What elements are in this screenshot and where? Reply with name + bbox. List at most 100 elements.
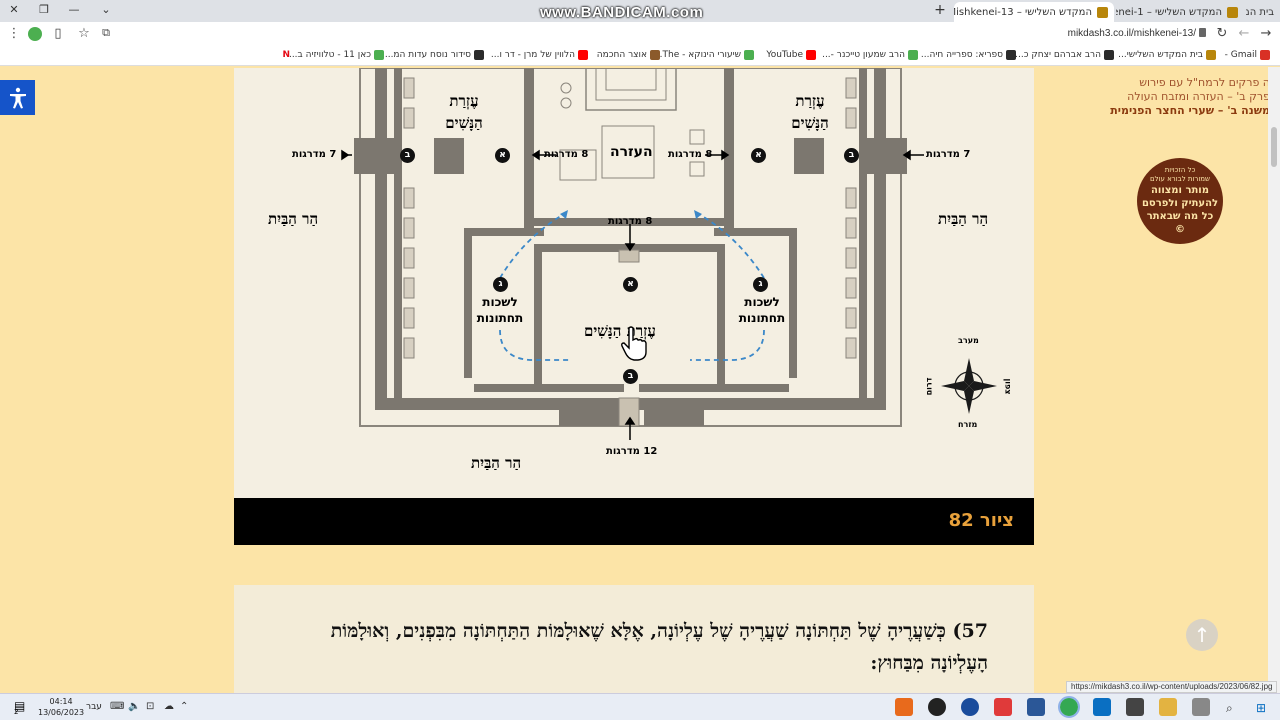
profile-avatar[interactable] bbox=[28, 27, 42, 41]
app-store-icon[interactable] bbox=[1126, 698, 1144, 716]
tab-search-icon[interactable]: ⌄ bbox=[98, 3, 114, 16]
label-steps-8-center: 8 מדרגות bbox=[608, 216, 653, 227]
show-hidden-icons[interactable]: ⌃ bbox=[180, 701, 188, 712]
app-explorer-icon[interactable] bbox=[1159, 698, 1177, 716]
leaf-icon bbox=[744, 50, 754, 60]
label-steps-8-right: 8 מדרגות bbox=[668, 149, 713, 160]
bookmark-label: YouTube bbox=[766, 50, 803, 60]
label-ezrat-nashim-left: עֶזְרַת הַנָּשִׁים bbox=[434, 90, 494, 134]
bookmark-gmail[interactable]: Gmail - bbox=[1225, 50, 1270, 60]
bookmark-label: הלווין של מרן - דר ו... bbox=[490, 50, 575, 60]
bookmark-label: בית המקדש השלישי... bbox=[1118, 50, 1203, 60]
label-line: עֶזְרַת bbox=[449, 92, 479, 110]
gate-marker-alef: א bbox=[623, 277, 638, 292]
tab-mishkenei-13[interactable]: המקדש השלישי – Mishkenei-13 ✕ bbox=[954, 2, 1114, 22]
label-line: הַנָּשִׁים bbox=[791, 114, 829, 132]
figure-caption-bar: ציור 82 bbox=[234, 498, 1034, 545]
app-zoom-icon[interactable] bbox=[961, 698, 979, 716]
forward-icon[interactable]: ← bbox=[1236, 26, 1252, 41]
app-word-icon[interactable] bbox=[1027, 698, 1045, 716]
reload-icon[interactable]: ↻ bbox=[1214, 26, 1230, 41]
bookmark-youtube[interactable]: YouTube bbox=[766, 50, 816, 60]
app-chrome-icon[interactable] bbox=[1058, 696, 1080, 718]
gate-marker-bet: ב bbox=[400, 148, 415, 163]
bookmark-satellite[interactable]: הלווין של מרן - דר ו... bbox=[491, 50, 588, 60]
favicon-icon bbox=[1097, 6, 1108, 18]
menu-icon[interactable]: ⋮ bbox=[6, 26, 22, 41]
language-indicator[interactable]: עבר bbox=[86, 702, 102, 712]
bookmarks-bar: Gmail - בית המקדש השלישי... הרב אברהם יצ… bbox=[0, 46, 1280, 66]
hand-cursor-icon bbox=[621, 326, 647, 361]
onedrive-icon[interactable]: ☁ bbox=[164, 701, 174, 712]
bookmark-star-icon[interactable]: ☆ bbox=[76, 26, 92, 41]
windows-start-icon[interactable]: ⊞ bbox=[1256, 701, 1266, 715]
app-taskview-icon[interactable] bbox=[1192, 698, 1210, 716]
tab-mishkenei-1[interactable]: המקדש השלישי – Mishkenei-1 ✕ bbox=[1116, 2, 1244, 22]
app-firefox-icon[interactable] bbox=[895, 698, 913, 716]
gate-marker-bet: ב bbox=[844, 148, 859, 163]
youtube-icon bbox=[806, 50, 816, 60]
gate-marker-gimel: ג bbox=[493, 277, 508, 292]
gate-marker-alef: א bbox=[751, 148, 766, 163]
scroll-to-top-button[interactable]: ↑ bbox=[1186, 619, 1218, 651]
app-anydesk-icon[interactable] bbox=[994, 698, 1012, 716]
recording-watermark: www.BANDICAM.com bbox=[540, 4, 704, 21]
bookmark-kan11[interactable]: כאן 11 - טלוויזיה ב... bbox=[289, 50, 384, 60]
sidepanel-icon[interactable]: ▯ bbox=[50, 26, 66, 41]
bookmark-sefaria[interactable]: ספריא: ספרייה חיה... bbox=[921, 50, 1016, 60]
leaf-icon bbox=[908, 50, 918, 60]
bookmark-label: Gmail - bbox=[1224, 50, 1257, 60]
label-har-habayit-left: הַר הַבַּיִת bbox=[268, 210, 319, 228]
gmail-icon bbox=[1260, 50, 1270, 60]
clock-time: 04:14 bbox=[49, 697, 73, 706]
close-window-icon[interactable]: ✕ bbox=[6, 3, 22, 16]
app-mail-icon[interactable] bbox=[1093, 698, 1111, 716]
mishna-paragraph: 57) כְּשַׁעֲרֶיהָ שֶׁל תַּחְתּוֹנָה שַׁע… bbox=[330, 620, 988, 674]
app-bandicam-icon[interactable] bbox=[928, 698, 946, 716]
bookmark-label: אוצר החכמה bbox=[596, 50, 647, 60]
keyboard-icon[interactable]: ⌨ bbox=[110, 701, 124, 712]
share-icon[interactable]: ⧉ bbox=[98, 26, 114, 40]
mikdash-icon bbox=[1206, 50, 1216, 60]
compass-north-label: מערב bbox=[958, 336, 979, 345]
bookmark-rav-kook[interactable]: הרב אברהם יצחק כ... bbox=[1015, 50, 1114, 60]
label-line: עֶזְרַת bbox=[795, 92, 825, 110]
new-tab-button[interactable]: + bbox=[932, 2, 948, 18]
stamp-line: מותר ומצווה bbox=[1151, 185, 1209, 196]
page-scrollbar[interactable] bbox=[1268, 67, 1280, 693]
clock-date: 13/06/2023 bbox=[38, 708, 85, 717]
clock[interactable]: 04:14 13/06/2023 bbox=[38, 696, 84, 718]
accessibility-button[interactable] bbox=[0, 80, 35, 115]
accessibility-icon bbox=[9, 87, 26, 108]
back-icon[interactable]: → bbox=[1258, 26, 1274, 41]
sidebar-link-perek-bet[interactable]: פרק ב' – העזרה ומזבח העולה bbox=[1080, 90, 1270, 104]
volume-icon[interactable]: 🔈 bbox=[128, 701, 140, 712]
mishna-text-panel: 57) כְּשַׁעֲרֶיהָ שֶׁל תַּחְתּוֹנָה שַׁע… bbox=[234, 585, 1034, 695]
compass-east-label: צפון bbox=[1003, 378, 1013, 395]
tab-title: בית המקדש השלישי bbox=[1246, 6, 1274, 18]
sidebar-link-chapters[interactable]: ה פרקים לרמח"ל עם פירוש bbox=[1080, 76, 1270, 90]
notification-count: 2 bbox=[14, 708, 19, 716]
stamp-line: כל הזכויות bbox=[1164, 166, 1196, 174]
bookmark-label: הרב אברהם יצחק כ... bbox=[1015, 50, 1101, 60]
restore-window-icon[interactable]: ❐ bbox=[36, 3, 52, 16]
bookmark-label: הרב שמעון טייכנר -... bbox=[822, 50, 905, 60]
tab-mikdash[interactable]: בית המקדש השלישי bbox=[1246, 2, 1280, 22]
label-line: תחתונות bbox=[476, 311, 524, 325]
gate-marker-bet: ב bbox=[623, 369, 638, 384]
bookmark-mikdash[interactable]: בית המקדש השלישי... bbox=[1118, 50, 1216, 60]
sidebar-link-mishna-bet[interactable]: משנה ב' – שערי החצר הפנימית bbox=[1080, 104, 1270, 118]
bookmark-teichner[interactable]: הרב שמעון טייכנר -... bbox=[822, 50, 918, 60]
network-icon[interactable]: ⊡ bbox=[146, 701, 154, 712]
bookmark-otzar[interactable]: אוצר החכמה bbox=[597, 50, 660, 60]
minimize-window-icon[interactable]: — bbox=[66, 3, 82, 16]
bookmark-siddur[interactable]: סידור נוסח עדות המ... bbox=[385, 50, 484, 60]
figure-caption: ציור 82 bbox=[948, 510, 1014, 531]
bookmark-yenuka[interactable]: שיעורי הינוקא - The... bbox=[654, 50, 754, 60]
bookmark-label: סידור נוסח עדות המ... bbox=[384, 50, 471, 60]
gate-marker-alef: א bbox=[495, 148, 510, 163]
scrollbar-thumb[interactable] bbox=[1271, 127, 1277, 167]
bookmark-netflix[interactable]: N bbox=[282, 50, 290, 60]
url-input[interactable]: mikdash3.co.il/mishkenei-13/ bbox=[1068, 28, 1196, 39]
search-icon[interactable]: ⌕ bbox=[1226, 701, 1233, 716]
